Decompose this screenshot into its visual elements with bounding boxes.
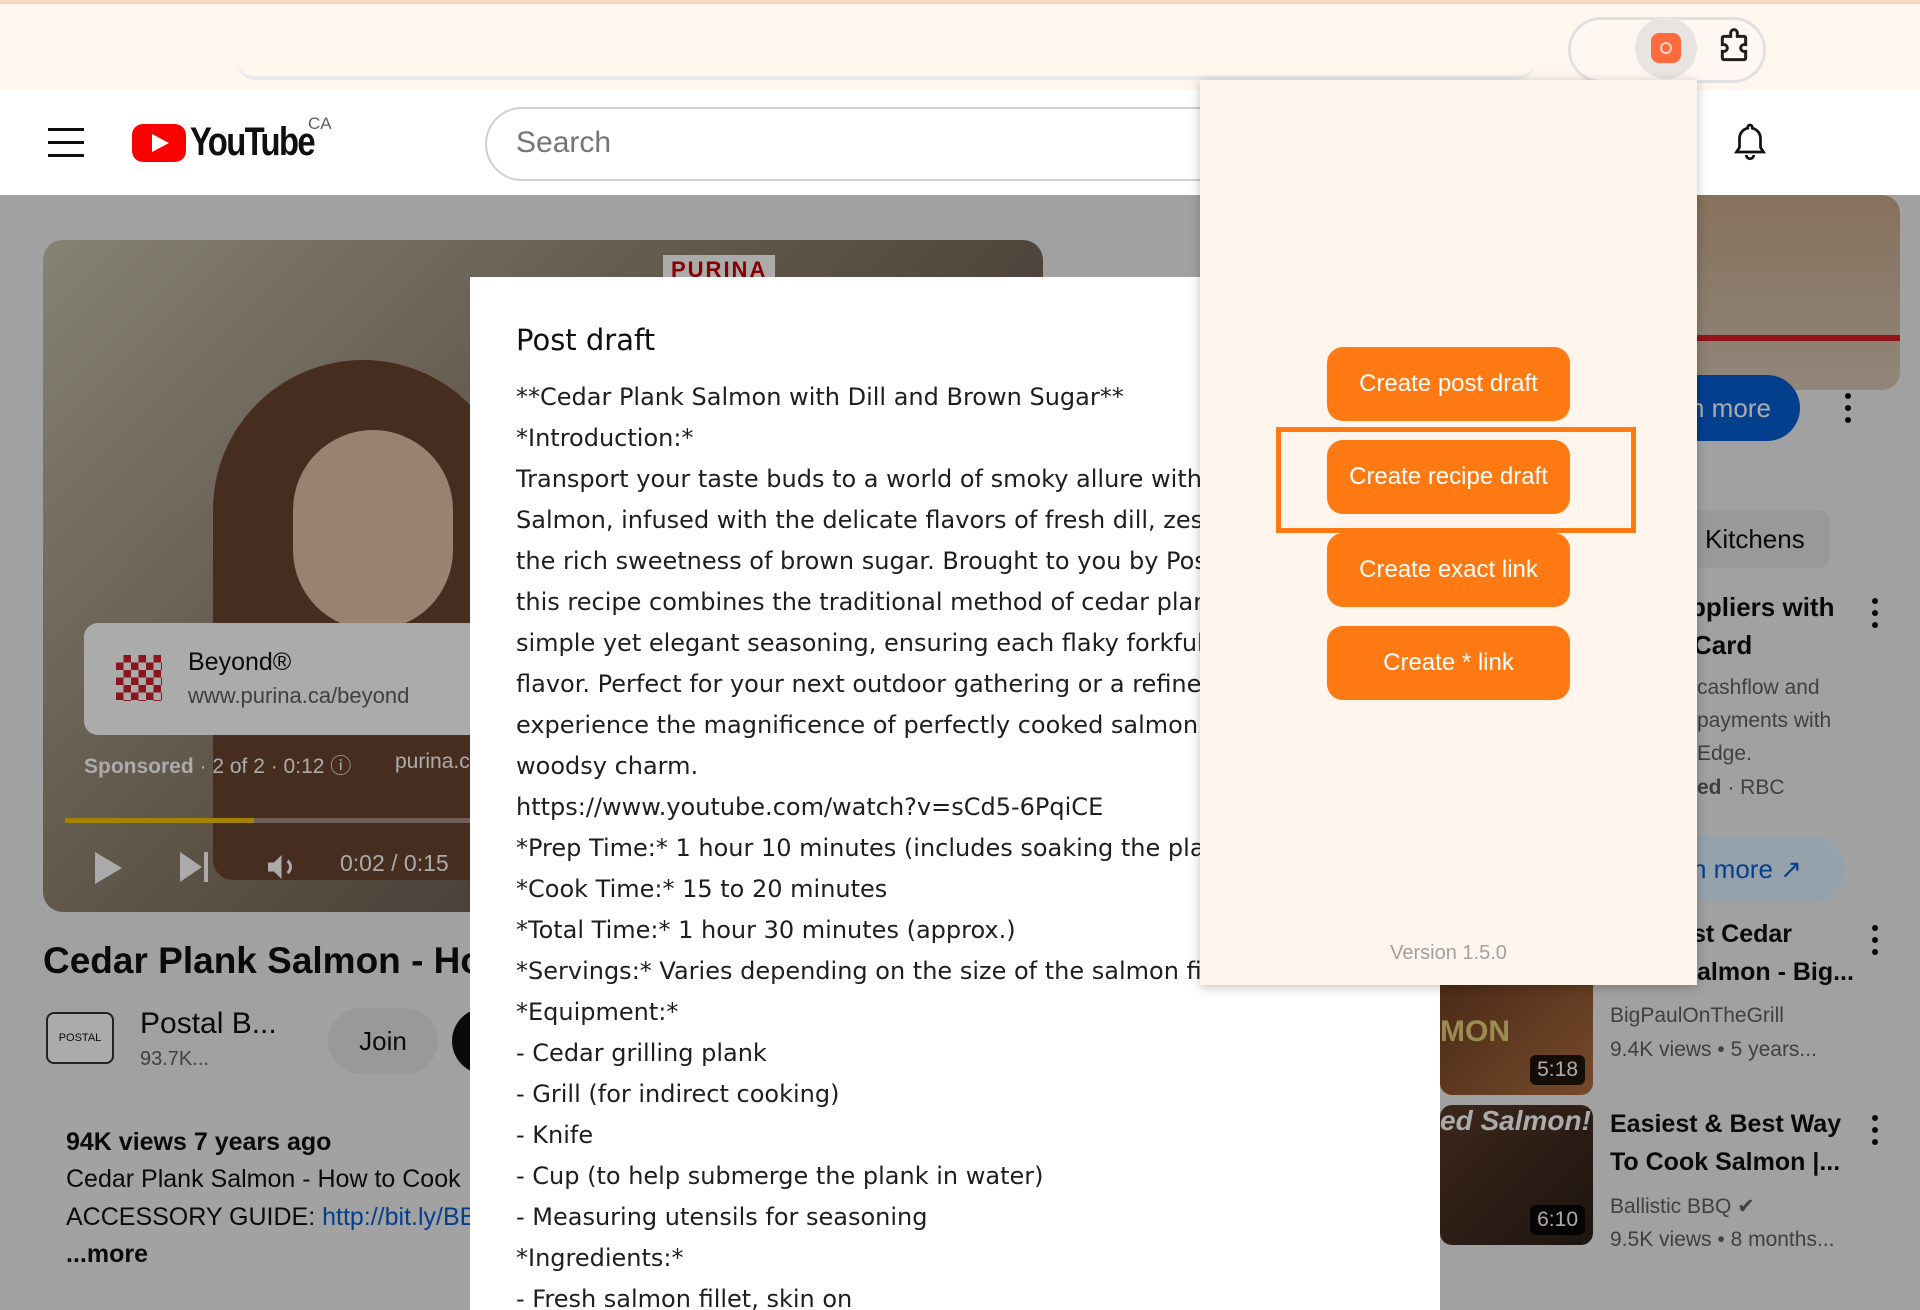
region-code: CA [308,114,332,133]
bell-icon[interactable] [1732,122,1768,164]
extension-popup: Create post draft Create recipe draft Cr… [1200,80,1697,985]
modal-title: Post draft [516,323,656,357]
draft-line: - Knife [516,1121,594,1149]
create-post-draft-button[interactable]: Create post draft [1327,347,1570,421]
search-placeholder: Search [516,126,612,159]
browser-toolbar [0,0,1920,90]
create-exact-link-button[interactable]: Create exact link [1327,533,1570,607]
youtube-logo-icon[interactable] [132,124,186,162]
draft-line: - Cup (to help submerge the plank in wat… [516,1162,1044,1190]
draft-line: - Grill (for indirect cooking) [516,1080,840,1108]
draft-line: *Equipment:* [516,998,679,1026]
create-recipe-draft-button[interactable]: Create recipe draft [1327,440,1570,514]
menu-icon[interactable] [48,128,84,158]
draft-line: - Cedar grilling plank [516,1039,767,1067]
create-wildcard-link-button[interactable]: Create * link [1327,626,1570,700]
version-label: Version 1.5.0 [1390,942,1507,964]
orange-extension-icon [1651,33,1681,63]
youtube-wordmark[interactable]: YouTube [190,120,316,165]
draft-line: - Fresh salmon fillet, skin on [516,1285,853,1310]
address-bar[interactable] [236,4,1536,80]
draft-line: *Ingredients:* [516,1244,684,1272]
draft-line: - Measuring utensils for seasoning [516,1203,928,1231]
active-extension-button[interactable] [1635,17,1697,79]
puzzle-icon[interactable] [1714,28,1754,68]
